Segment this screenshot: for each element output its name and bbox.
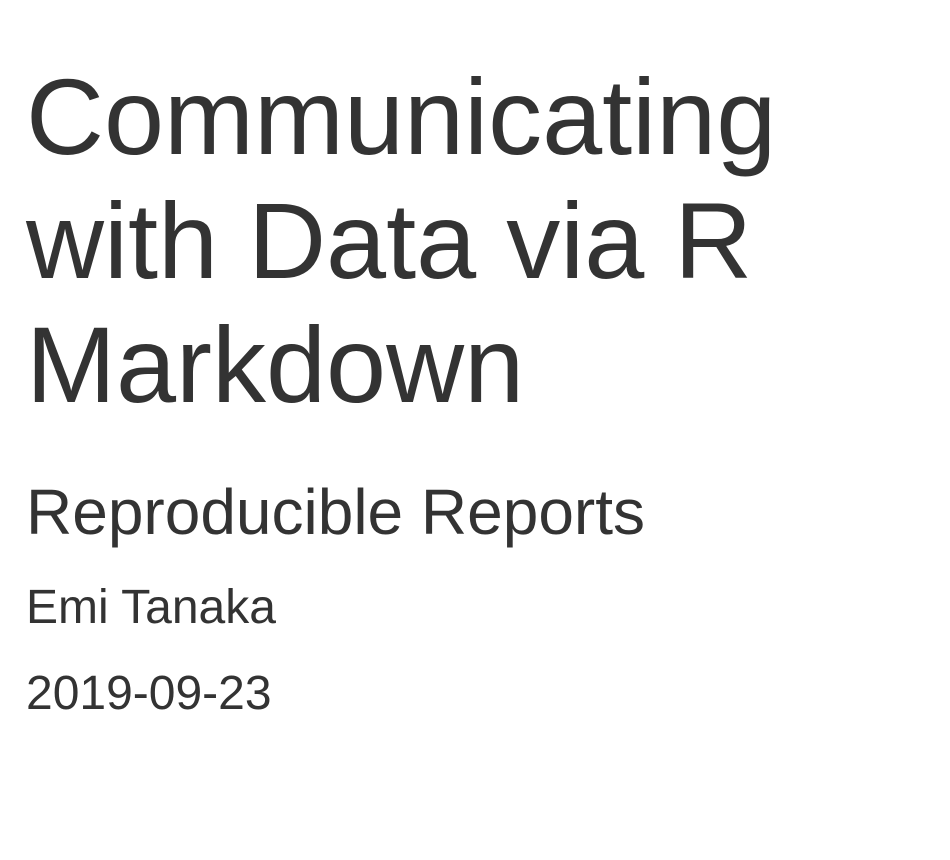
slide-date: 2019-09-23 xyxy=(26,667,272,720)
title-slide: Communicating with Data via R Markdown xyxy=(26,0,926,427)
slide-title-line-1: Communicating xyxy=(26,56,777,177)
slide-title: Communicating with Data via R Markdown xyxy=(26,0,926,427)
slide-title-line-3: Markdown xyxy=(26,304,525,425)
slide-subtitle: Reproducible Reports xyxy=(26,476,645,548)
slide-title-line-2: with Data via R xyxy=(26,180,753,301)
slide-author: Emi Tanaka xyxy=(26,581,276,634)
